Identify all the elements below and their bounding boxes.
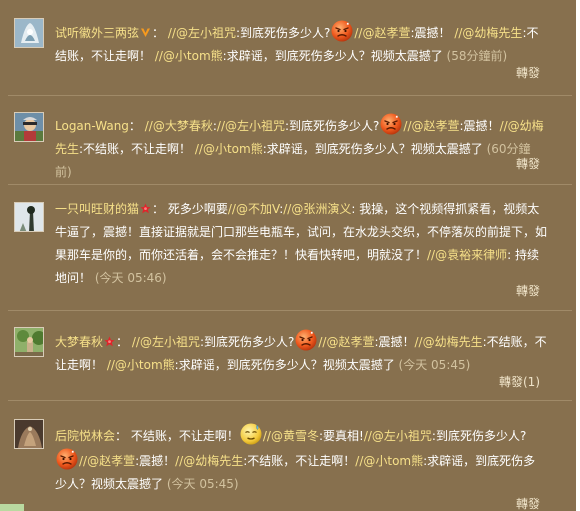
red-flower-badge-icon bbox=[140, 203, 151, 214]
separator: ： bbox=[116, 335, 129, 349]
repost-button[interactable]: 轉發 bbox=[516, 282, 540, 299]
repost-button[interactable]: 轉發 bbox=[516, 64, 540, 81]
comment-text: :到底死伤多少人? bbox=[431, 429, 527, 443]
comment-text: :到底死伤多少人? bbox=[235, 26, 331, 40]
comment-body: 后院悦林会： 不结账，不让走啊！ //@黄雪冬:要真相!//@左小祖咒:到底死伤多… bbox=[55, 423, 547, 496]
comment-body: 试听徽外三两弦 ： //@左小祖咒:到底死伤多少人? //@赵孝萱:震撼！ //@幼… bbox=[55, 20, 547, 68]
avatar[interactable] bbox=[14, 202, 44, 232]
timestamp: (58分鐘前) bbox=[446, 49, 508, 63]
username-link[interactable]: 一只叫旺财的猫 bbox=[55, 202, 139, 216]
mention-link[interactable]: //@幼梅先生 bbox=[454, 26, 522, 40]
repost-button[interactable]: 轉發 bbox=[516, 155, 540, 172]
red-flower-badge-icon bbox=[104, 336, 115, 347]
mention-link[interactable]: //@左小祖咒 bbox=[217, 119, 285, 133]
username-link[interactable]: 试听徽外三两弦 bbox=[55, 26, 139, 40]
repost-button[interactable]: 轉發 bbox=[516, 495, 540, 511]
comment-item: 一只叫旺财的猫： 死多少啊要//@不加V://@张洲演义: 我操，这个视频得抓紧… bbox=[0, 185, 580, 310]
comment-text: :震撼！ bbox=[459, 119, 500, 133]
mention-link[interactable]: //@幼梅先生 bbox=[415, 335, 483, 349]
mention-link[interactable]: //@赵孝萱 bbox=[403, 119, 459, 133]
mention-link[interactable]: //@赵孝萱 bbox=[318, 335, 374, 349]
mention-link[interactable]: //@小tom熊 bbox=[107, 358, 175, 372]
mention-link[interactable]: //@左小祖咒 bbox=[132, 335, 200, 349]
comment-item: 试听徽外三两弦 ： //@左小祖咒:到底死伤多少人? //@赵孝萱:震撼！ //@幼… bbox=[0, 0, 580, 90]
angry-face-emoji bbox=[56, 448, 78, 470]
comment-text: :求辟谣，到底死伤多少人？视频太震撼了 bbox=[222, 49, 443, 63]
mention-link[interactable]: //@不加V bbox=[228, 202, 279, 216]
comment-text: :震撼！ bbox=[410, 26, 451, 40]
separator: ： bbox=[115, 429, 128, 443]
username-link[interactable]: 后院悦林会 bbox=[55, 429, 115, 443]
mention-link[interactable]: //@张洲演义 bbox=[283, 202, 351, 216]
comment-body: Logan-Wang： //@大梦春秋://@左小祖咒:到底死伤多少人?//@赵… bbox=[55, 113, 547, 184]
comment-text: :震撼！ bbox=[374, 335, 415, 349]
comment-text: :求辟谣，到底死伤多少人？视频太震撼了 bbox=[174, 358, 395, 372]
timestamp: (今天 05:45) bbox=[166, 477, 239, 491]
angry-face-emoji bbox=[380, 113, 402, 135]
comment-item: Logan-Wang： //@大梦春秋://@左小祖咒:到底死伤多少人?//@赵… bbox=[0, 96, 580, 186]
repost-feed: 试听徽外三两弦： //@左小祖咒:到底死伤多少人?//@赵孝萱:震撼！ //@幼… bbox=[0, 0, 580, 511]
avatar[interactable] bbox=[14, 112, 44, 142]
username-link[interactable]: Logan-Wang bbox=[55, 119, 129, 133]
comment-text: 不结账，不让走啊！ bbox=[130, 429, 239, 443]
mention-link[interactable]: //@左小祖咒 bbox=[168, 26, 236, 40]
comment-body: 一只叫旺财的猫： 死多少啊要//@不加V://@张洲演义: 我操，这个视频得抓紧… bbox=[55, 198, 547, 290]
comment-text: :震撼！ bbox=[135, 454, 176, 468]
separator: ： bbox=[128, 119, 141, 133]
avatar[interactable] bbox=[14, 18, 44, 48]
separator: ： bbox=[152, 202, 165, 216]
mention-link[interactable]: //@赵孝萱 bbox=[354, 26, 410, 40]
mention-link[interactable]: //@袁裕来律师 bbox=[427, 248, 507, 262]
comment-text: :不结账，不让走啊！ bbox=[243, 454, 356, 468]
sweat-face-emoji bbox=[240, 423, 262, 445]
timestamp: (今天 05:45) bbox=[398, 358, 471, 372]
corner-tab bbox=[0, 504, 24, 511]
repost-button[interactable]: 轉發(1) bbox=[499, 373, 540, 390]
mention-link[interactable]: //@黄雪冬 bbox=[263, 429, 319, 443]
comment-text: :要真相! bbox=[318, 429, 364, 443]
comment-item: 大梦春秋 ： //@左小祖咒:到底死伤多少人? //@赵孝萱:震撼！//@幼梅先生:… bbox=[0, 311, 580, 401]
mention-link[interactable]: //@小tom熊 bbox=[355, 454, 423, 468]
timestamp: (今天 05:46) bbox=[94, 271, 167, 285]
mention-link[interactable]: //@左小祖咒 bbox=[364, 429, 432, 443]
comment-text: :到底死伤多少人? bbox=[199, 335, 295, 349]
mention-link[interactable]: //@大梦春秋 bbox=[145, 119, 213, 133]
page-edge bbox=[576, 0, 580, 511]
username-link[interactable]: 大梦春秋 bbox=[55, 335, 103, 349]
separator: ： bbox=[152, 26, 165, 40]
comment-text: :不结账，不让走啊！ bbox=[79, 142, 192, 156]
mention-link[interactable]: //@小tom熊 bbox=[195, 142, 263, 156]
comment-body: 大梦春秋 ： //@左小祖咒:到底死伤多少人? //@赵孝萱:震撼！//@幼梅先生:… bbox=[55, 329, 547, 377]
comment-text: :到底死伤多少人? bbox=[285, 119, 380, 133]
comment-text: 死多少啊要 bbox=[167, 202, 228, 216]
avatar[interactable] bbox=[14, 327, 44, 357]
comment-item: 后院悦林会： 不结账，不让走啊！ //@黄雪冬:要真相!//@左小祖咒:到底死伤多… bbox=[0, 401, 580, 511]
angry-face-emoji bbox=[295, 329, 317, 351]
mention-link[interactable]: //@赵孝萱 bbox=[79, 454, 135, 468]
mention-link[interactable]: //@幼梅先生 bbox=[175, 454, 243, 468]
comment-text: :求辟谣，到底死伤多少人？视频太震撼了 bbox=[262, 142, 483, 156]
angry-face-emoji bbox=[331, 20, 353, 42]
mention-link[interactable]: //@小tom熊 bbox=[155, 49, 223, 63]
v-badge-icon bbox=[140, 27, 151, 38]
avatar[interactable] bbox=[14, 419, 44, 449]
